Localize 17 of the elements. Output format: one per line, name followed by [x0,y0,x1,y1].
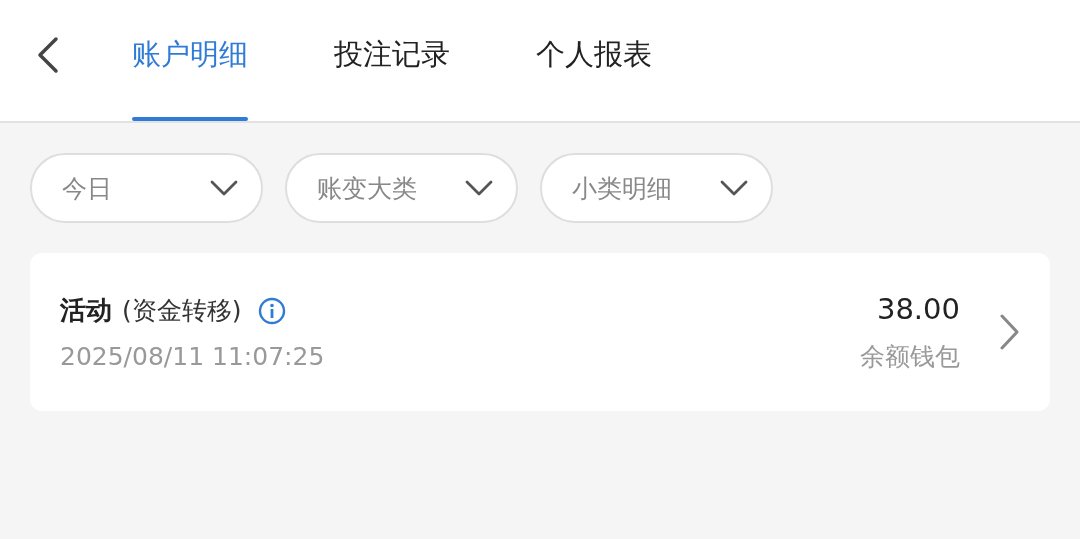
filter-dropdown[interactable]: 今日 [30,153,263,223]
record-amount: 38.00 [876,291,960,326]
tab[interactable]: 个人报表 [536,0,652,121]
chevron-down-icon [719,179,749,197]
tab[interactable]: 账户明细 [132,0,248,121]
record-time: 2025/08/11 11:07:25 [60,342,326,371]
chevron-right-icon [998,313,1020,351]
wallet-label: 余额钱包 [860,340,960,373]
record-subcategory: (资金转移) [122,295,242,327]
chevron-down-icon [464,179,494,197]
filter-dropdown[interactable]: 小类明细 [540,153,773,223]
record-category: 活动 [60,294,112,327]
filter-dropdown[interactable]: 账变大类 [285,153,518,223]
tab[interactable]: 投注记录 [334,0,450,121]
info-icon[interactable] [257,296,286,325]
chevron-down-icon [209,179,239,197]
record-card[interactable]: 活动 (资金转移) 2025/08/11 11:07:25 38.00 余额钱包 [30,253,1050,411]
